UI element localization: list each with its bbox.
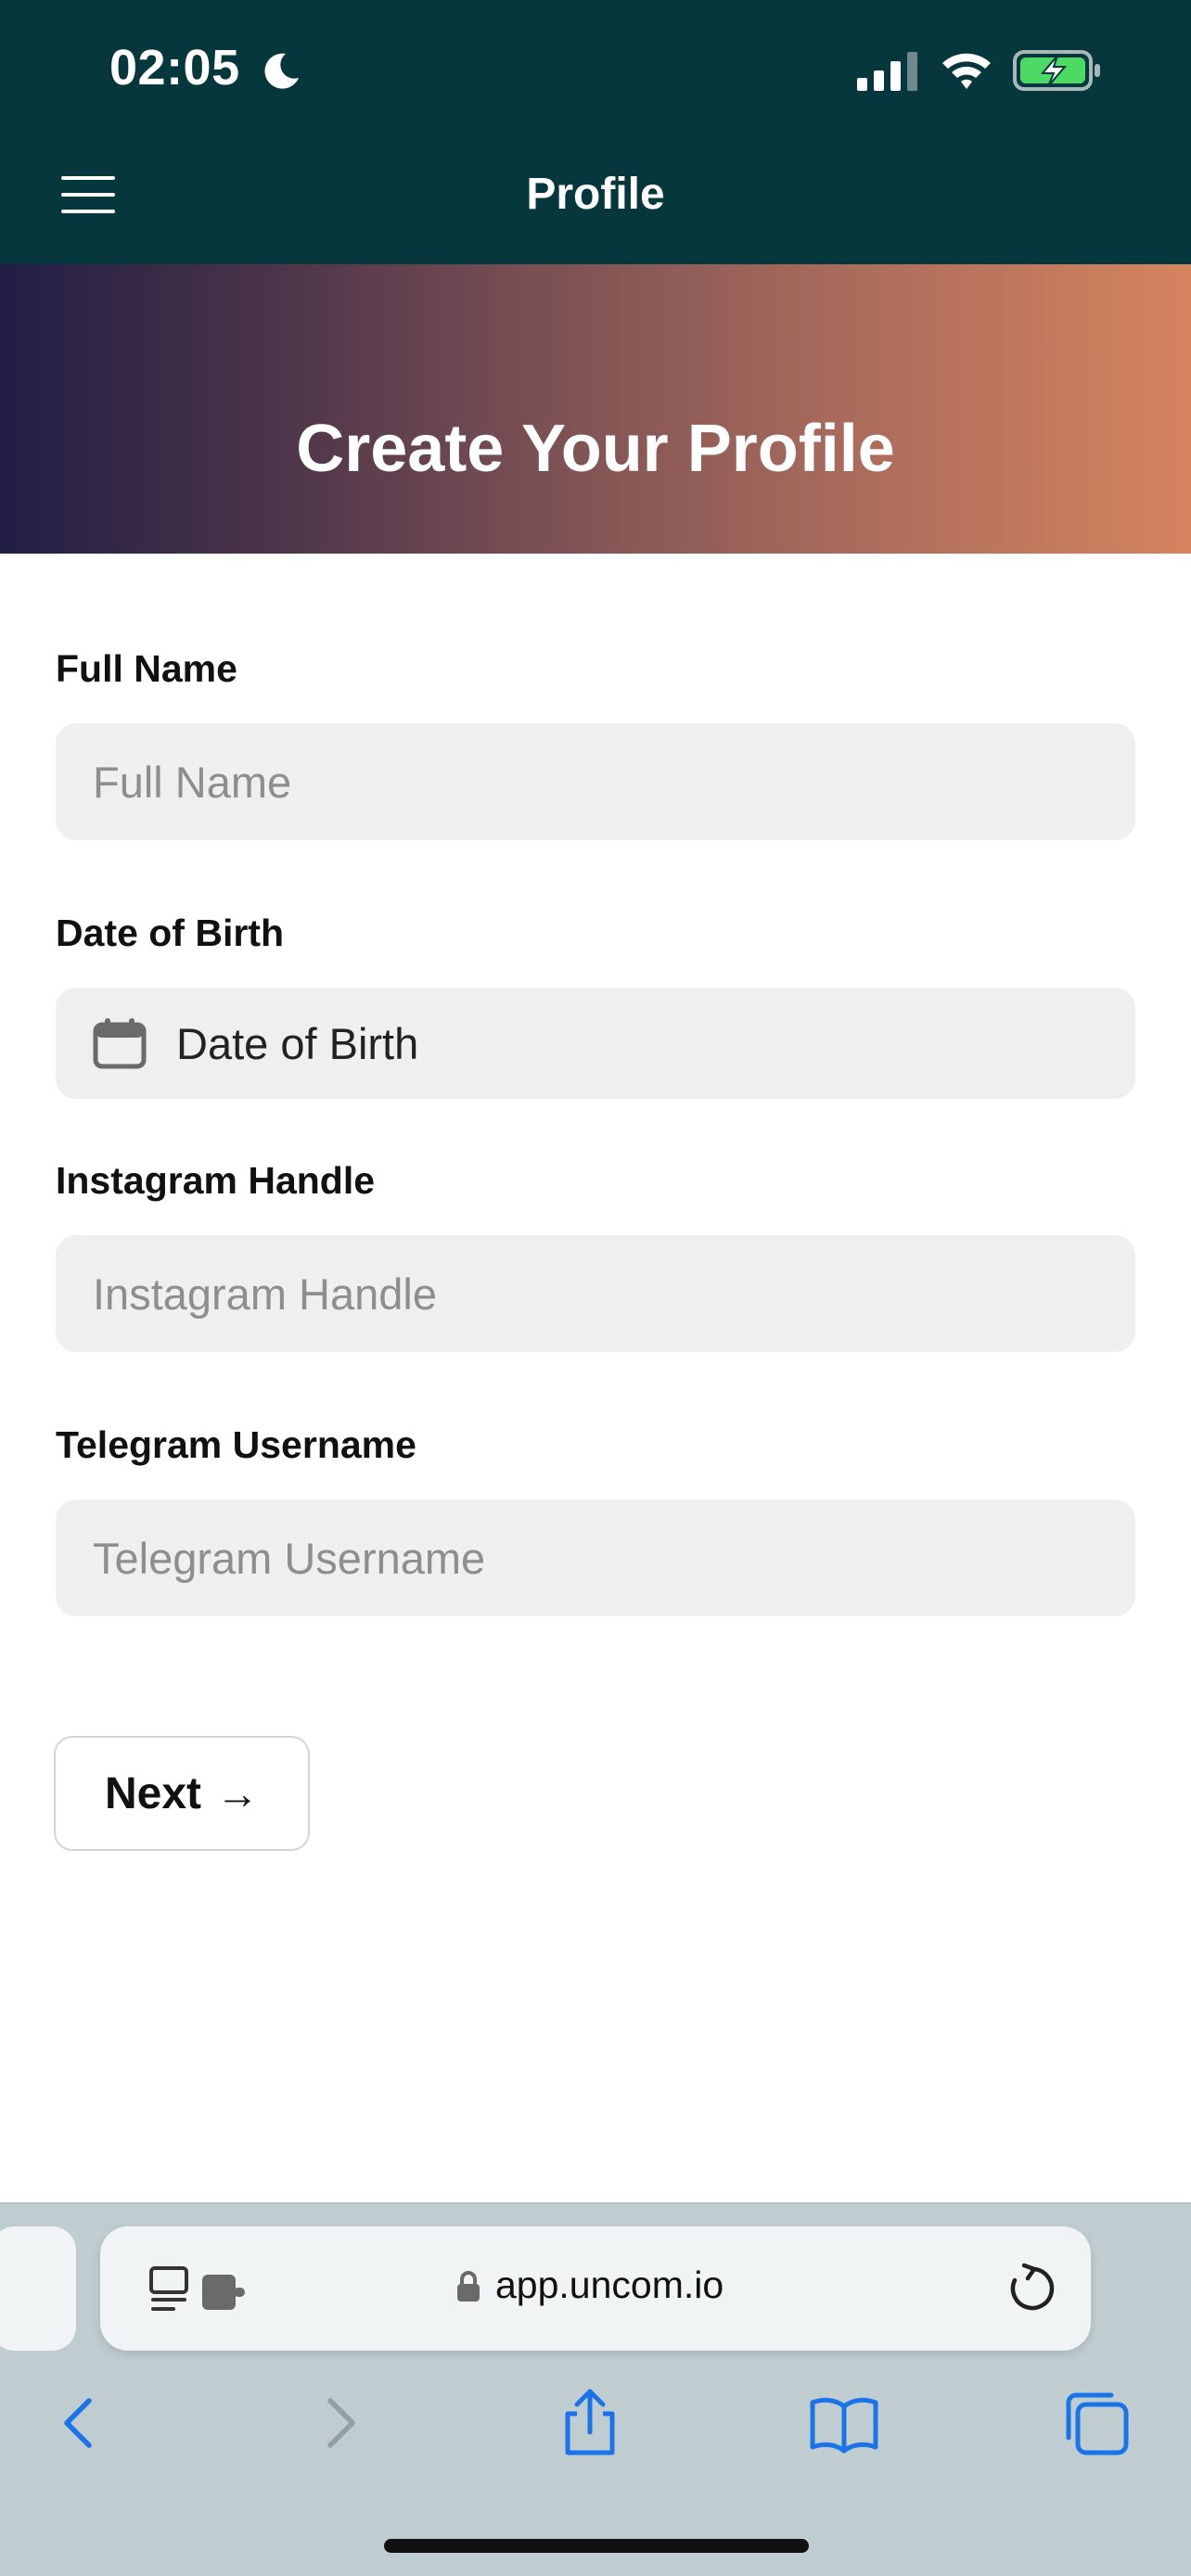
telegram-field xyxy=(56,1499,1135,1616)
address-bar[interactable]: app.uncom.io xyxy=(100,2226,1091,2351)
signal-icon xyxy=(857,52,917,91)
reader-icon[interactable] xyxy=(148,2265,250,2315)
next-label: Next xyxy=(104,1768,202,1818)
share-icon[interactable] xyxy=(555,2388,625,2458)
instagram-field xyxy=(56,1235,1135,1352)
banner-title: Create Your Profile xyxy=(296,412,895,486)
reload-icon[interactable] xyxy=(1005,2262,1059,2315)
lock-icon xyxy=(457,2271,480,2302)
arrow-right-icon: → xyxy=(216,1769,260,1817)
dob-picker[interactable]: Date of Birth xyxy=(56,988,1135,1099)
next-button[interactable]: Next → xyxy=(54,1736,310,1851)
back-icon[interactable] xyxy=(45,2388,115,2458)
bookmarks-icon[interactable] xyxy=(809,2388,879,2458)
app-header: 02:05 Profile xyxy=(0,0,1191,264)
url-text: app.uncom.io xyxy=(495,2264,724,2306)
calendar-icon xyxy=(93,1018,147,1069)
instagram-input[interactable] xyxy=(56,1235,1135,1352)
previous-tab-preview[interactable] xyxy=(0,2226,76,2351)
full-name-input[interactable] xyxy=(56,723,1135,840)
wifi-icon xyxy=(942,53,991,89)
battery-charging-icon xyxy=(1013,50,1100,91)
full-name-field xyxy=(56,723,1135,840)
dob-label: Date of Birth xyxy=(56,912,284,954)
instagram-label: Instagram Handle xyxy=(56,1159,376,1202)
hero-banner: Create Your Profile xyxy=(0,264,1191,554)
dob-value: Date of Birth xyxy=(176,1018,419,1068)
page-title: Profile xyxy=(526,170,665,219)
forward-icon[interactable] xyxy=(304,2388,375,2458)
telegram-input[interactable] xyxy=(56,1499,1135,1616)
moon-icon xyxy=(264,53,299,89)
full-name-label: Full Name xyxy=(56,647,237,690)
tabs-icon[interactable] xyxy=(1061,2388,1132,2458)
telegram-label: Telegram Username xyxy=(56,1423,416,1466)
status-time: 02:05 xyxy=(109,40,240,96)
home-indicator xyxy=(384,2539,809,2553)
